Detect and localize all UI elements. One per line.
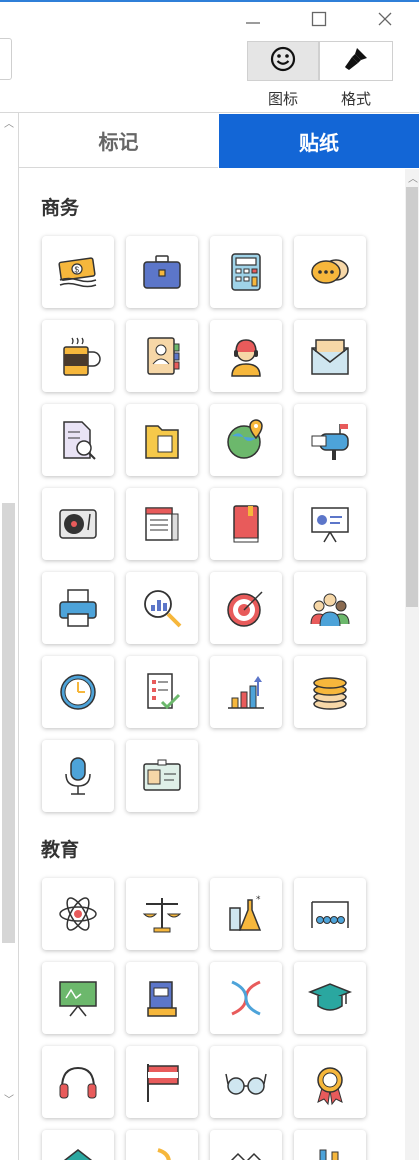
svg-text:$: $ bbox=[75, 266, 80, 275]
coins-icon[interactable] bbox=[294, 656, 366, 728]
atom-icon[interactable] bbox=[42, 878, 114, 950]
left-scrollbar-thumb[interactable] bbox=[2, 503, 15, 943]
chalkboard-icon[interactable] bbox=[42, 962, 114, 1034]
newtons-cradle-icon[interactable] bbox=[294, 878, 366, 950]
brush-icon bbox=[343, 46, 369, 77]
newspaper-icon[interactable] bbox=[126, 488, 198, 560]
printer-icon[interactable] bbox=[42, 572, 114, 644]
right-scrollbar-thumb[interactable] bbox=[406, 187, 418, 607]
lab-flasks-icon[interactable]: * bbox=[210, 878, 282, 950]
checklist-icon[interactable] bbox=[126, 656, 198, 728]
right-scrollbar[interactable]: ︿ bbox=[405, 169, 419, 1160]
book-icon[interactable] bbox=[210, 488, 282, 560]
tab-markers[interactable]: 标记 bbox=[19, 114, 218, 168]
toolbar-divider bbox=[0, 112, 419, 113]
tab-stickers[interactable]: 贴纸 bbox=[219, 114, 419, 168]
format-tab-label: 格式 bbox=[340, 91, 371, 108]
calculator-icon[interactable] bbox=[210, 236, 282, 308]
medal-icon[interactable] bbox=[294, 1046, 366, 1118]
turntable-icon[interactable] bbox=[42, 488, 114, 560]
glasses-icon[interactable] bbox=[210, 1046, 282, 1118]
briefcase-icon[interactable] bbox=[126, 236, 198, 308]
id-card-icon[interactable] bbox=[126, 740, 198, 812]
section-title-education: 教育 bbox=[41, 840, 80, 861]
scales-icon[interactable] bbox=[126, 878, 198, 950]
chat-bubbles-icon[interactable] bbox=[294, 236, 366, 308]
customer-service-icon[interactable] bbox=[210, 320, 282, 392]
laptop-icon[interactable] bbox=[210, 1130, 282, 1160]
money-icon[interactable]: $ bbox=[42, 236, 114, 308]
globe-location-icon[interactable] bbox=[210, 404, 282, 476]
graduation-cap-icon[interactable] bbox=[294, 962, 366, 1034]
maximize-icon[interactable] bbox=[301, 6, 337, 32]
house-icon[interactable] bbox=[42, 1130, 114, 1160]
window-titlebar bbox=[0, 2, 419, 34]
team-icon[interactable] bbox=[294, 572, 366, 644]
flag-icon[interactable] bbox=[126, 1046, 198, 1118]
books-icon[interactable] bbox=[126, 962, 198, 1034]
coffee-mug-icon[interactable] bbox=[42, 320, 114, 392]
left-scrollbar[interactable]: ︿ ﹀ bbox=[0, 113, 19, 1160]
magnifier-chart-icon[interactable] bbox=[126, 572, 198, 644]
left-input-edge[interactable] bbox=[0, 38, 12, 80]
icon-tab-label: 图标 bbox=[267, 91, 298, 108]
mailbox-icon[interactable] bbox=[294, 404, 366, 476]
clock-icon[interactable] bbox=[42, 656, 114, 728]
presentation-board-icon[interactable] bbox=[294, 488, 366, 560]
folder-icon[interactable] bbox=[126, 404, 198, 476]
scroll-up-icon[interactable]: ︿ bbox=[408, 170, 418, 185]
bar-chart-icon[interactable] bbox=[210, 656, 282, 728]
section-title-business: 商务 bbox=[41, 198, 80, 219]
close-icon[interactable] bbox=[367, 6, 403, 32]
pencil-cup-icon[interactable] bbox=[294, 1130, 366, 1160]
sticker-panel: 商务 $ 教育 * bbox=[19, 169, 404, 1160]
microphone-icon[interactable] bbox=[42, 740, 114, 812]
scroll-down-icon[interactable]: ﹀ bbox=[4, 1091, 14, 1106]
icon-tab-button[interactable] bbox=[247, 41, 319, 81]
target-icon[interactable] bbox=[210, 572, 282, 644]
crescent-icon[interactable] bbox=[126, 1130, 198, 1160]
format-tab-button[interactable] bbox=[319, 41, 393, 81]
minimize-icon[interactable] bbox=[235, 6, 271, 32]
dna-icon[interactable] bbox=[210, 962, 282, 1034]
envelope-icon[interactable] bbox=[294, 320, 366, 392]
document-search-icon[interactable] bbox=[42, 404, 114, 476]
smiley-icon bbox=[270, 46, 296, 77]
headphones-icon[interactable] bbox=[42, 1046, 114, 1118]
scroll-up-icon[interactable]: ︿ bbox=[4, 115, 14, 130]
contact-book-icon[interactable] bbox=[126, 320, 198, 392]
svg-text:*: * bbox=[256, 895, 261, 905]
